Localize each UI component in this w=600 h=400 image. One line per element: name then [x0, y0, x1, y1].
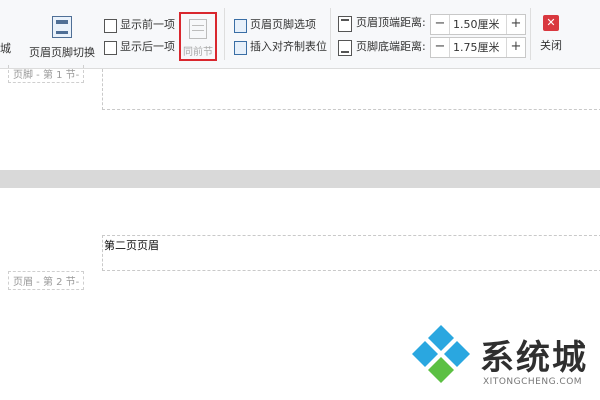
header-distance-increase-button[interactable]: + [506, 15, 525, 34]
ribbon-separator [530, 8, 531, 60]
close-label: 关闭 [540, 39, 562, 52]
show-previous-label: 显示前一项 [120, 18, 175, 31]
same-as-previous-button[interactable]: 同前节 [179, 12, 217, 61]
close-header-footer-button[interactable]: ✕ 关闭 [536, 15, 566, 53]
header-area-section-2[interactable] [102, 235, 600, 271]
header-distance-icon [338, 16, 352, 32]
header-top-distance-label: 页眉顶端距离: [336, 13, 426, 33]
ribbon-separator [224, 8, 225, 60]
show-previous-icon [104, 19, 117, 33]
page-gap [0, 170, 600, 188]
watermark-url: XITONGCHENG.COM [483, 377, 583, 387]
header-footer-switch-button[interactable]: 页眉页脚切换 [28, 6, 96, 60]
header-footer-switch-icon [52, 16, 72, 38]
show-next-icon [104, 41, 117, 55]
footer-section-tag: 页脚 - 第 1 节- [8, 65, 85, 83]
show-next-label: 显示后一项 [120, 40, 175, 53]
show-previous-button[interactable]: 显示前一项 [102, 16, 175, 34]
insert-align-tab-icon [234, 41, 247, 55]
header-footer-switch-label: 页眉页脚切换 [29, 46, 95, 59]
header-top-distance-spinner[interactable]: − 1.50厘米 + [430, 14, 526, 35]
footer-area-section-1[interactable] [102, 69, 600, 110]
header-section-tag: 页眉 - 第 2 节- [8, 271, 85, 290]
same-as-previous-label: 同前节 [183, 47, 213, 58]
header-footer-options-button[interactable]: 页眉页脚选项 [232, 16, 316, 34]
watermark-logo-icon [412, 325, 470, 383]
footer-bottom-distance-text: 页脚底端距离: [356, 40, 426, 53]
header-distance-decrease-button[interactable]: − [431, 15, 450, 34]
show-next-button[interactable]: 显示后一项 [102, 38, 175, 56]
footer-distance-icon [338, 40, 352, 56]
header-footer-options-label: 页眉页脚选项 [250, 18, 316, 31]
watermark-brand: 系统城 [480, 338, 588, 378]
header-distance-value[interactable]: 1.50厘米 [453, 15, 500, 34]
footer-distance-increase-button[interactable]: + [506, 38, 525, 57]
partial-ribbon-label[interactable]: 城 [0, 40, 11, 56]
footer-distance-decrease-button[interactable]: − [431, 38, 450, 57]
document-page-1: 页脚 - 第 1 节- [0, 65, 600, 170]
insert-align-tab-button[interactable]: 插入对齐制表位 [232, 38, 327, 56]
header-top-distance-text: 页眉顶端距离: [356, 16, 426, 29]
header-footer-ribbon: 城 页眉页脚切换 显示前一项 显示后一项 同前节 页眉页脚选项 插入对齐制表位 … [0, 0, 600, 69]
ribbon-separator [330, 8, 331, 60]
close-icon: ✕ [543, 15, 559, 31]
header-footer-options-icon [234, 19, 247, 33]
footer-distance-value[interactable]: 1.75厘米 [453, 38, 500, 57]
footer-bottom-distance-label: 页脚底端距离: [336, 37, 426, 57]
footer-bottom-distance-spinner[interactable]: − 1.75厘米 + [430, 37, 526, 58]
same-as-previous-icon [189, 19, 207, 39]
page-2-header-text[interactable]: 第二页页眉 [104, 237, 159, 253]
insert-align-tab-label: 插入对齐制表位 [250, 40, 327, 53]
